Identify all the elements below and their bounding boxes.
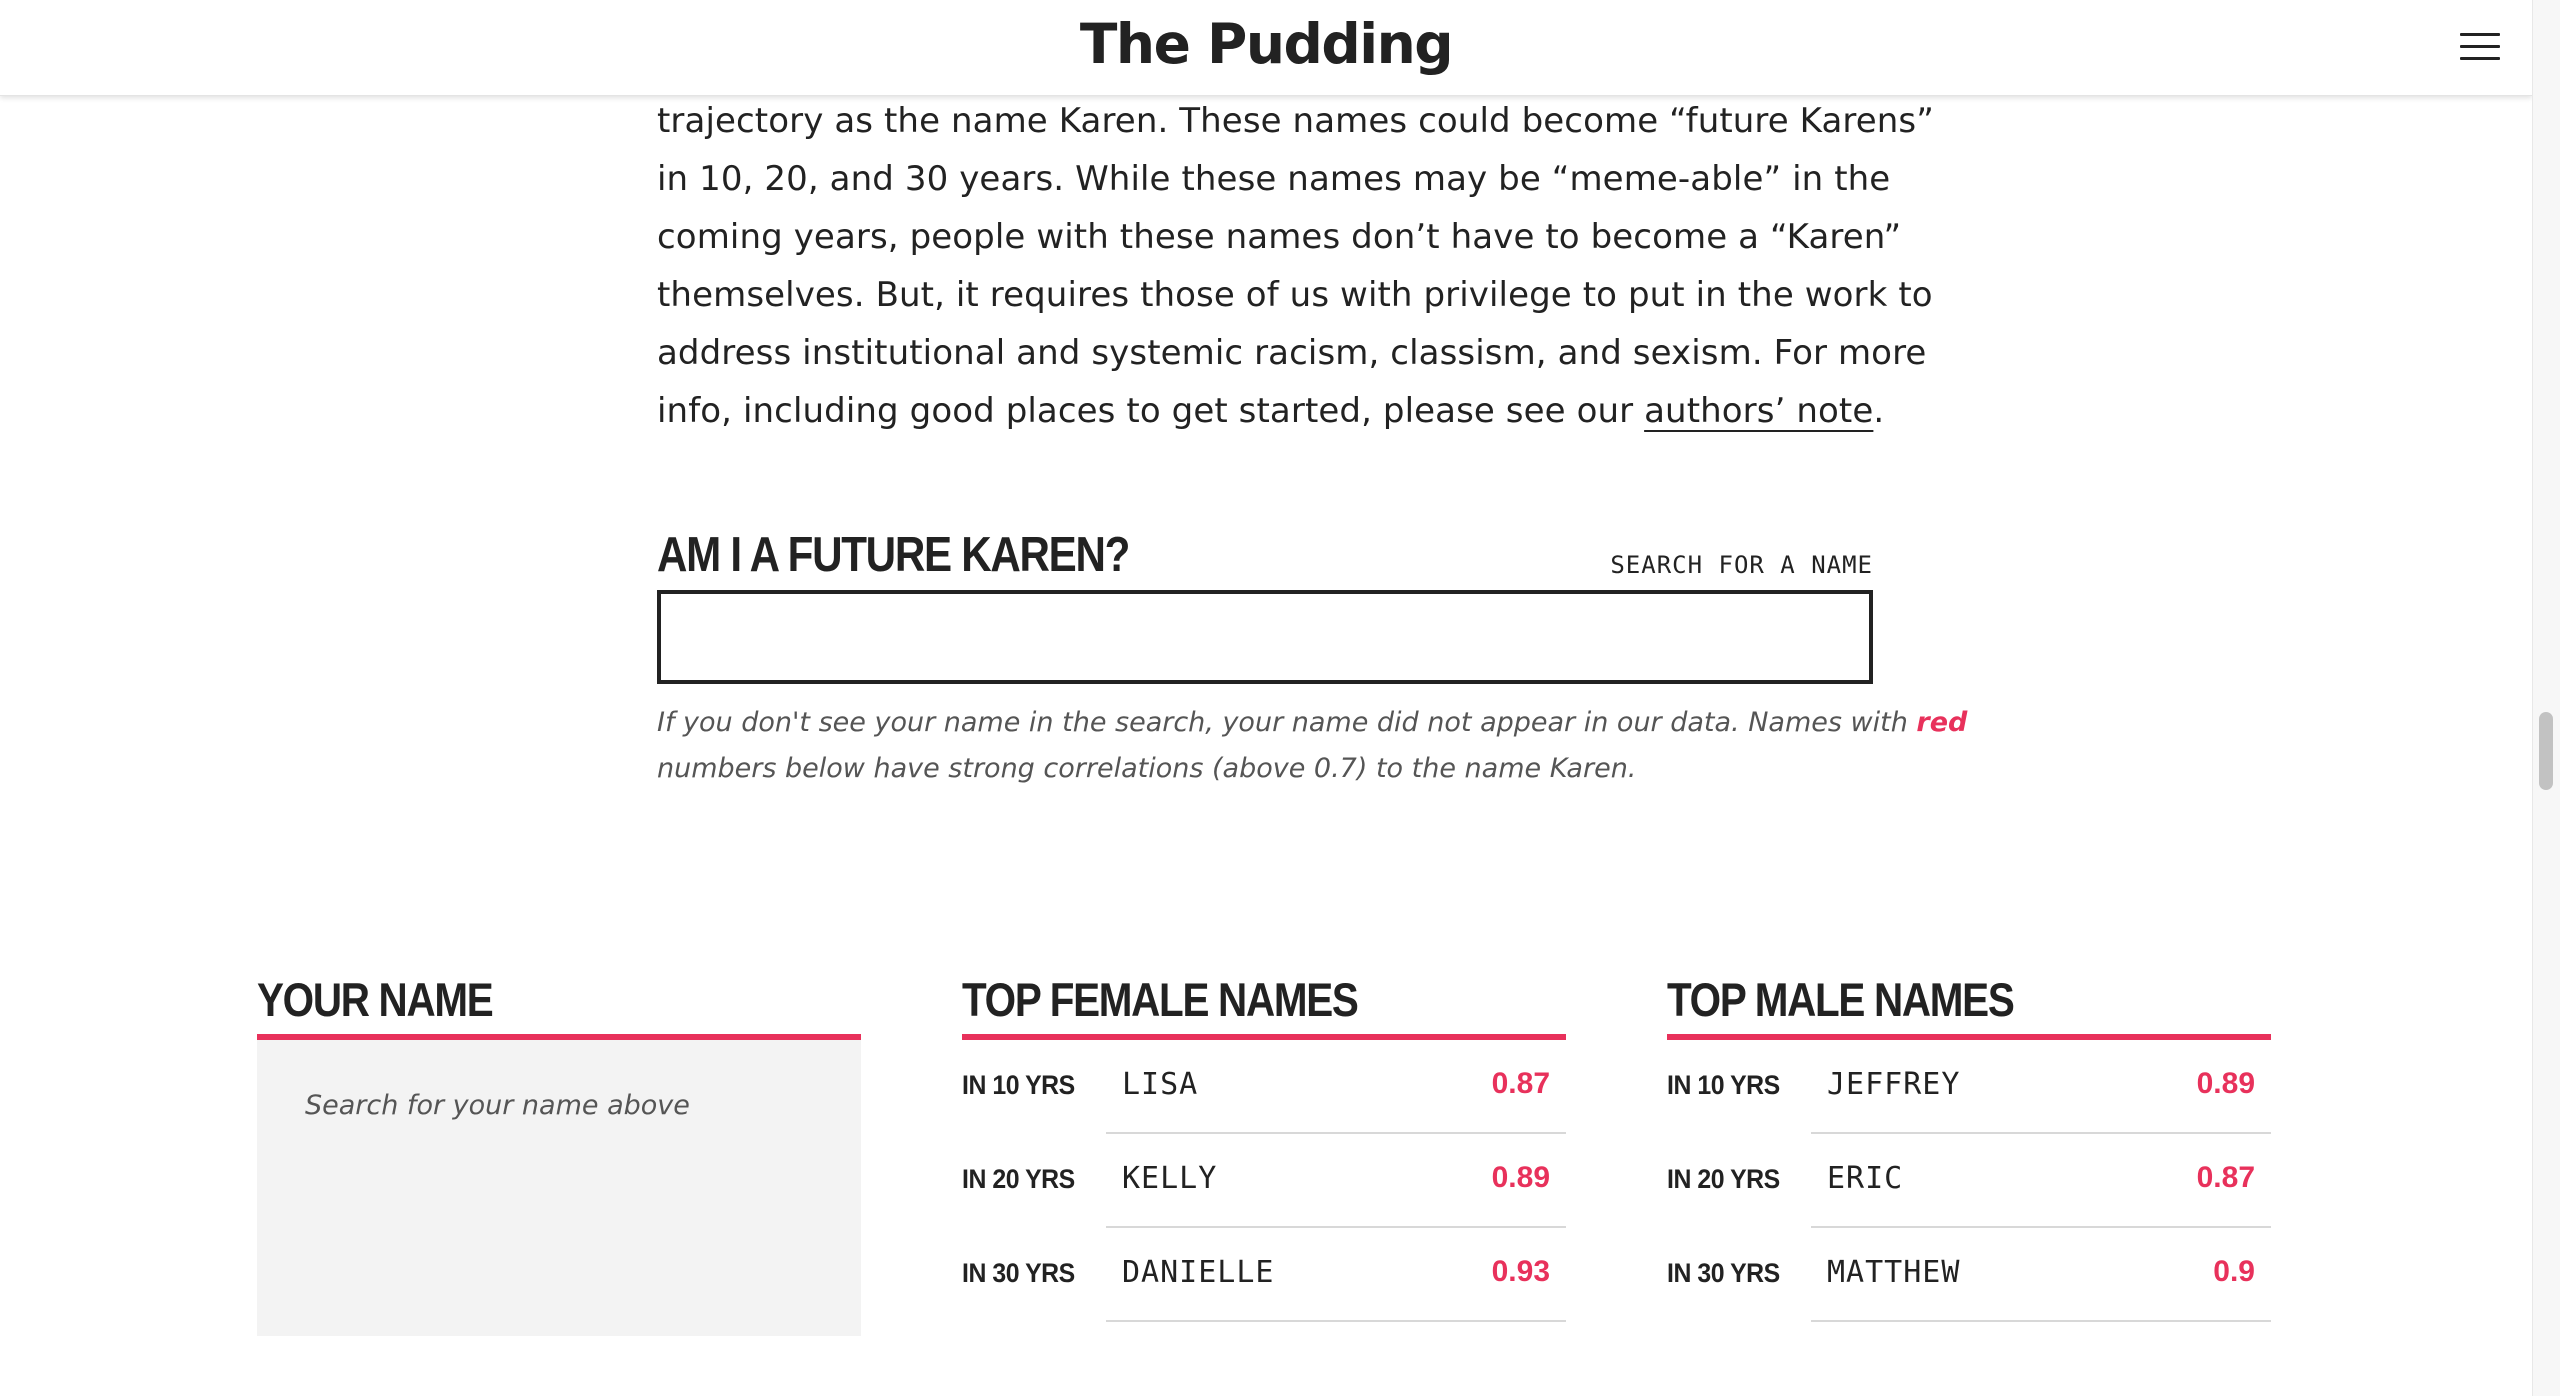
paragraph-line: themselves. But, it requires those of us… bbox=[657, 275, 1933, 315]
predicted-name: KELLY bbox=[1122, 1161, 1218, 1196]
paragraph-line: trajectory as the name Karen. These name… bbox=[657, 101, 1934, 141]
row-label: IN 10 YRS bbox=[1667, 1070, 1780, 1100]
paragraph-line: coming years, people with these names do… bbox=[657, 217, 1902, 257]
table-row: IN 20 YRS KELLY 0.89 bbox=[962, 1134, 1566, 1228]
table-row: IN 30 YRS MATTHEW 0.9 bbox=[1667, 1228, 2271, 1322]
table-row: IN 30 YRS DANIELLE 0.93 bbox=[962, 1228, 1566, 1322]
row-label: IN 30 YRS bbox=[1667, 1258, 1780, 1288]
search-label: SEARCH FOR A NAME bbox=[1610, 551, 1873, 579]
scrollbar-thumb[interactable] bbox=[2539, 712, 2553, 790]
predicted-name: MATTHEW bbox=[1827, 1255, 1961, 1290]
row-cell: JEFFREY 0.89 bbox=[1811, 1040, 2271, 1134]
search-note-line: numbers below have strong correlations (… bbox=[657, 753, 1637, 784]
paragraph-line-last: info, including good places to get start… bbox=[657, 382, 1884, 440]
predicted-name: LISA bbox=[1122, 1067, 1199, 1102]
site-header: The Pudding bbox=[0, 0, 2532, 96]
predicted-name: JEFFREY bbox=[1827, 1067, 1961, 1102]
top-female-names-title: TOP FEMALE NAMES bbox=[962, 973, 1359, 1026]
row-label: IN 20 YRS bbox=[962, 1164, 1075, 1194]
page-viewport: The Pudding trajectory as the name Karen… bbox=[0, 0, 2532, 1396]
authors-note-link[interactable]: authors’ note bbox=[1644, 391, 1873, 431]
row-cell: ERIC 0.87 bbox=[1811, 1134, 2271, 1228]
menu-bar bbox=[2460, 45, 2500, 48]
correlation-score: 0.89 bbox=[1491, 1161, 1550, 1194]
paragraph-text: info, including good places to get start… bbox=[657, 391, 1645, 431]
article-paragraph: trajectory as the name Karen. These name… bbox=[657, 92, 1934, 440]
search-note-line: If you don't see your name in the search… bbox=[657, 700, 1967, 746]
your-name-panel: Search for your name above bbox=[257, 1040, 861, 1336]
site-logo[interactable]: The Pudding bbox=[0, 12, 2532, 76]
your-name-placeholder: Search for your name above bbox=[305, 1090, 690, 1121]
table-row: IN 20 YRS ERIC 0.87 bbox=[1667, 1134, 2271, 1228]
row-cell: DANIELLE 0.93 bbox=[1106, 1228, 1566, 1322]
row-cell: LISA 0.87 bbox=[1106, 1040, 1566, 1134]
menu-bar bbox=[2460, 33, 2500, 36]
table-row: IN 10 YRS LISA 0.87 bbox=[962, 1040, 1566, 1134]
your-name-title: YOUR NAME bbox=[257, 973, 494, 1026]
row-label: IN 30 YRS bbox=[962, 1258, 1075, 1288]
search-help-note: If you don't see your name in the search… bbox=[657, 700, 1967, 792]
search-section-title: AM I A FUTURE KAREN? bbox=[657, 528, 1130, 582]
correlation-score: 0.87 bbox=[2196, 1161, 2255, 1194]
top-female-names-column: TOP FEMALE NAMES IN 10 YRS LISA 0.87 IN … bbox=[962, 970, 1566, 1322]
correlation-score: 0.87 bbox=[1491, 1067, 1550, 1100]
row-label: IN 20 YRS bbox=[1667, 1164, 1780, 1194]
row-cell: KELLY 0.89 bbox=[1106, 1134, 1566, 1228]
top-male-names-title: TOP MALE NAMES bbox=[1667, 973, 2015, 1026]
top-male-names-column: TOP MALE NAMES IN 10 YRS JEFFREY 0.89 IN… bbox=[1667, 970, 2271, 1322]
search-note-text: If you don't see your name in the search… bbox=[657, 707, 1917, 738]
paragraph-line: in 10, 20, and 30 years. While these nam… bbox=[657, 159, 1891, 199]
paragraph-period: . bbox=[1873, 391, 1885, 431]
row-label: IN 10 YRS bbox=[962, 1070, 1075, 1100]
row-cell: MATTHEW 0.9 bbox=[1811, 1228, 2271, 1322]
menu-bar bbox=[2460, 57, 2500, 60]
correlation-score: 0.9 bbox=[2213, 1255, 2255, 1288]
your-name-column: YOUR NAME Search for your name above bbox=[257, 970, 861, 1336]
predicted-name: ERIC bbox=[1827, 1161, 1904, 1196]
table-row: IN 10 YRS JEFFREY 0.89 bbox=[1667, 1040, 2271, 1134]
correlation-score: 0.89 bbox=[2196, 1067, 2255, 1100]
name-search-input[interactable] bbox=[657, 590, 1873, 684]
predicted-name: DANIELLE bbox=[1122, 1255, 1275, 1290]
hamburger-menu-icon[interactable] bbox=[2460, 30, 2500, 64]
paragraph-line: address institutional and systemic racis… bbox=[657, 333, 1927, 373]
page-scrollbar[interactable] bbox=[2532, 0, 2560, 1396]
search-note-red-word: red bbox=[1916, 707, 1968, 738]
correlation-score: 0.93 bbox=[1491, 1255, 1550, 1288]
